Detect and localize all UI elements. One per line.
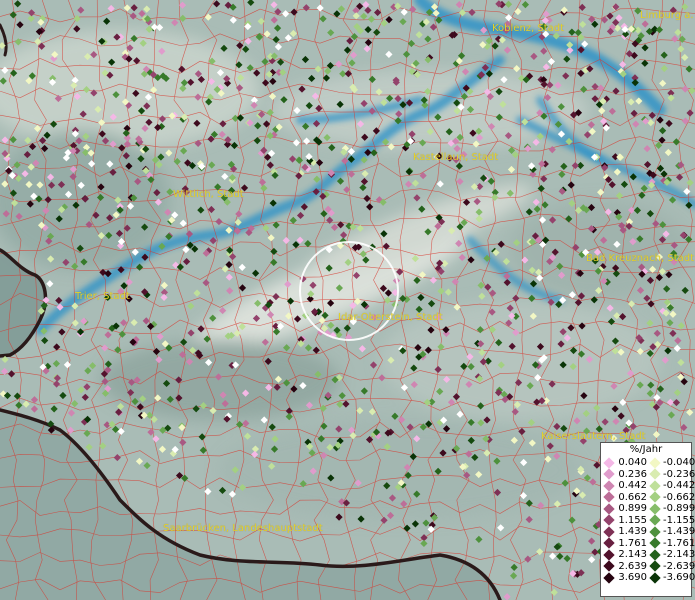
legend-entry: 2.143 [601, 549, 647, 561]
legend-row: 0.040 -0.040 [601, 457, 695, 469]
legend-entry: 2.639 [601, 561, 647, 573]
legend-entry: 0.040 [601, 457, 647, 469]
city-label-limburg[interactable]: Limburg a. d. L. [640, 10, 695, 21]
legend-positive-value: 3.690 [618, 572, 647, 583]
legend-positive-swatch [603, 537, 615, 549]
legend-positive-swatch [603, 560, 615, 572]
legend-entry: -0.442 [647, 480, 695, 492]
legend-positive-value: 1.439 [618, 526, 647, 537]
legend-entry: -2.639 [647, 560, 695, 573]
legend-entry: -1.439 [647, 526, 695, 538]
city-label-kaiserslautern[interactable]: Kaiserslautern, Stadt [541, 431, 646, 442]
legend-positive-value: 0.040 [618, 457, 647, 468]
legend-entry: -1.761 [647, 537, 695, 550]
legend-negative-value: -0.662 [663, 491, 695, 503]
legend-positive-swatch [603, 514, 615, 526]
legend-entry: 3.690 [601, 572, 647, 584]
city-label-koblenz[interactable]: Koblenz, Stadt [492, 23, 564, 34]
legend-entry: -2.143 [647, 549, 695, 561]
legend-row: 2.143 -2.143 [601, 549, 695, 561]
legend-row: 0.662 -0.662 [601, 491, 695, 504]
city-label-saarbruecken[interactable]: Saarbrücken, Landeshauptstadt [163, 523, 323, 534]
legend-entry: 0.236 [601, 469, 647, 481]
legend-positive-swatch [603, 526, 615, 538]
legend-negative-value: -1.155 [663, 514, 695, 526]
legend-negative-swatch [649, 526, 661, 538]
legend-negative-swatch [649, 514, 661, 526]
legend-negative-value: -1.439 [663, 526, 695, 537]
legend-negative-value: -2.143 [663, 549, 695, 560]
legend-entry: 0.442 [601, 480, 647, 492]
legend-entry: -0.899 [647, 503, 695, 515]
legend-negative-swatch [649, 491, 661, 503]
legend-negative-swatch [649, 457, 661, 469]
legend-positive-swatch [603, 457, 615, 469]
legend-title: %/Jahr [629, 444, 663, 455]
legend-entry: -0.236 [647, 468, 695, 481]
legend-entry: -0.662 [647, 491, 695, 504]
legend-entry: 0.662 [601, 492, 647, 504]
legend-negative-swatch [649, 572, 661, 584]
legend-entry: -1.155 [647, 514, 695, 527]
legend-negative-value: -1.761 [663, 537, 695, 549]
legend-negative-swatch [649, 560, 661, 572]
city-label-trier[interactable]: Trier, Stadt [75, 291, 130, 302]
legend-negative-swatch [649, 480, 661, 492]
legend-positive-swatch [603, 572, 615, 584]
legend-entry: 1.439 [601, 526, 647, 538]
legend-negative-swatch [649, 537, 661, 549]
legend-entry: -0.040 [647, 457, 695, 469]
legend-negative-value: -0.899 [663, 503, 695, 514]
legend-positive-value: 0.236 [618, 468, 647, 480]
legend-rows: 0.040 -0.040 0.236 -0.236 0.442 -0.442 0.662 -0… [601, 457, 695, 584]
legend-negative-value: -0.442 [663, 480, 695, 491]
city-label-kastellaun[interactable]: Kastellaun, Stadt [413, 152, 498, 163]
legend-negative-swatch [649, 468, 661, 480]
legend-positive-value: 2.143 [618, 549, 647, 560]
legend-row: 2.639 -2.639 [601, 560, 695, 573]
legend-entry: -3.690 [647, 572, 695, 584]
legend-positive-swatch [603, 503, 615, 515]
legend-row: 1.155 -1.155 [601, 514, 695, 527]
legend-row: 0.442 -0.442 [601, 480, 695, 492]
city-label-idar-oberstein[interactable]: Idar-Oberstein, Stadt [338, 312, 443, 323]
legend-positive-value: 0.662 [618, 491, 647, 503]
legend-positive-value: 1.155 [618, 514, 647, 526]
map-view[interactable]: Koblenz, Stadt Limburg a. d. L. Kastella… [0, 0, 695, 600]
legend-negative-value: -0.040 [663, 457, 695, 468]
legend-negative-swatch [649, 503, 661, 515]
legend-negative-value: -0.236 [663, 468, 695, 480]
legend-positive-swatch [603, 491, 615, 503]
legend-positive-value: 1.761 [618, 537, 647, 549]
legend-positive-swatch [603, 468, 615, 480]
legend-negative-value: -3.690 [663, 572, 695, 583]
legend-row: 0.899 -0.899 [601, 503, 695, 515]
legend-negative-swatch [649, 549, 661, 561]
legend-positive-value: 0.442 [618, 480, 647, 491]
city-label-wittlich[interactable]: Wittlich, Stadt [173, 189, 244, 200]
legend-row: 1.439 -1.439 [601, 526, 695, 538]
legend-negative-value: -2.639 [663, 560, 695, 572]
legend-positive-swatch [603, 549, 615, 561]
legend-row: 0.236 -0.236 [601, 468, 695, 481]
legend-positive-value: 2.639 [618, 560, 647, 572]
legend: %/Jahr 0.040 -0.040 0.236 -0.236 0.442 -0.442… [600, 442, 695, 597]
legend-entry: 1.155 [601, 515, 647, 527]
legend-row: 3.690 -3.690 [601, 572, 695, 584]
legend-entry: 1.761 [601, 538, 647, 550]
legend-positive-swatch [603, 480, 615, 492]
legend-entry: 0.899 [601, 503, 647, 515]
legend-positive-value: 0.899 [618, 503, 647, 514]
city-label-bad-kreuznach[interactable]: Bad Kreuznach, Stadt [586, 253, 694, 264]
legend-row: 1.761 -1.761 [601, 537, 695, 550]
